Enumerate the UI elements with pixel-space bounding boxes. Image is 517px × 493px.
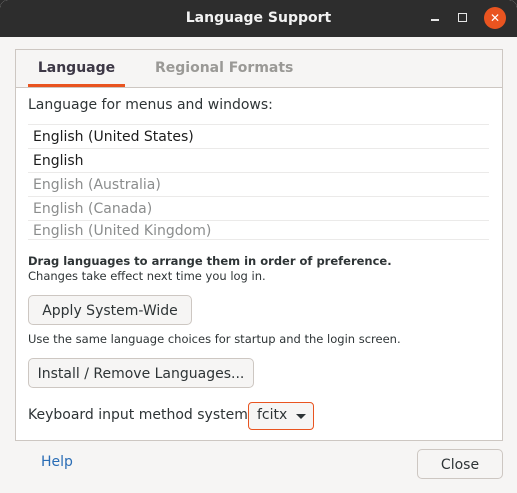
close-window-button[interactable]: ✕ — [484, 7, 506, 29]
list-divider — [28, 239, 489, 240]
tab-regional-formats[interactable]: Regional Formats — [155, 50, 293, 87]
list-item[interactable]: English (Canada) — [28, 196, 489, 220]
apply-note: Use the same language choices for startu… — [28, 332, 401, 346]
chevron-down-icon — [296, 414, 306, 419]
tab-bar: Language Regional Formats — [16, 50, 502, 88]
close-button[interactable]: Close — [417, 449, 503, 479]
minimize-button[interactable] — [424, 7, 446, 29]
language-list[interactable]: English (United States) English English … — [28, 124, 489, 240]
active-tab-indicator — [28, 84, 125, 87]
list-item[interactable]: English (Australia) — [28, 172, 489, 196]
keyboard-input-method-value: fcitx — [257, 407, 288, 423]
drag-hint: Drag languages to arrange them in order … — [28, 254, 392, 268]
tab-regional-formats-label: Regional Formats — [155, 60, 294, 76]
install-remove-languages-button[interactable]: Install / Remove Languages... — [28, 358, 254, 388]
list-item[interactable]: English — [28, 148, 489, 172]
apply-system-wide-button[interactable]: Apply System-Wide — [28, 295, 192, 325]
keyboard-input-method-select[interactable]: fcitx — [248, 402, 314, 430]
language-support-window: Language Support ✕ Language Regional For… — [0, 0, 517, 493]
maximize-icon — [458, 13, 467, 22]
minimize-icon — [431, 19, 439, 21]
tab-language-label: Language — [37, 60, 116, 76]
maximize-button[interactable] — [452, 7, 474, 29]
keyboard-input-label: Keyboard input method system: — [28, 407, 253, 423]
changes-note: Changes take effect next time you log in… — [28, 269, 266, 283]
language-list-heading: Language for menus and windows: — [28, 97, 273, 113]
tab-panel: Language Regional Formats Language for m… — [15, 49, 503, 441]
tab-language[interactable]: Language — [28, 50, 125, 87]
help-link[interactable]: Help — [41, 454, 73, 470]
title-bar: Language Support ✕ — [0, 0, 517, 37]
list-item[interactable]: English (United States) — [28, 124, 489, 148]
list-item[interactable]: English (United Kingdom) — [28, 220, 489, 240]
close-icon: ✕ — [489, 11, 501, 25]
